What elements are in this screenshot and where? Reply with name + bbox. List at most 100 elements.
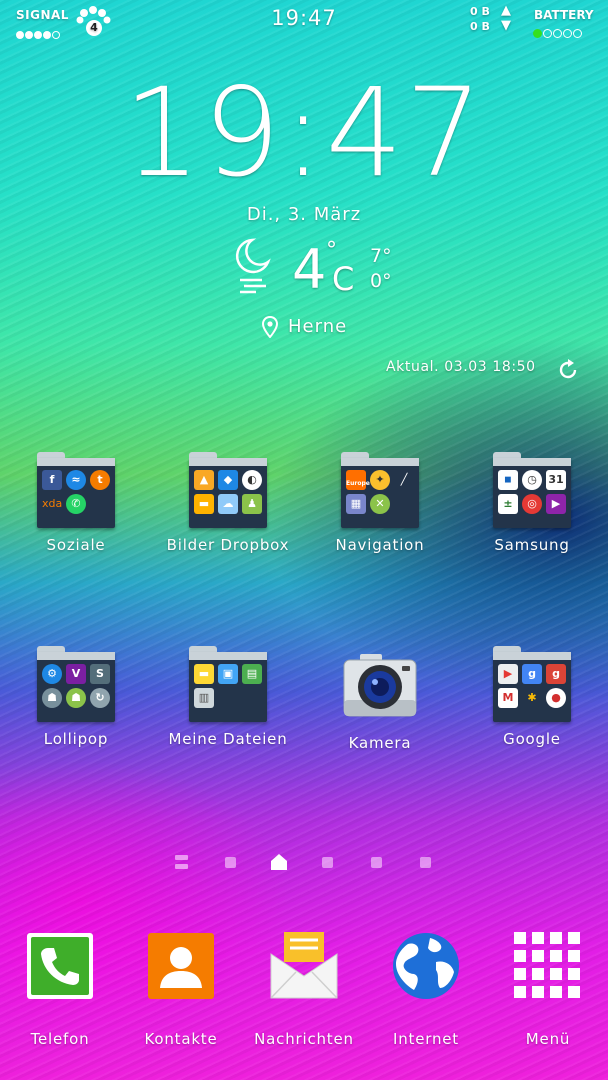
tumblr-icon: t	[90, 470, 110, 490]
dock-label: Kontakte	[144, 1030, 218, 1048]
photo-editor-icon: ▬	[194, 494, 214, 514]
contacts-icon	[148, 933, 214, 999]
home-page-icon[interactable]	[270, 853, 288, 871]
video-icon: ▶	[546, 494, 566, 514]
messenger-icon: ≈	[66, 470, 86, 490]
dock-kontakte[interactable]: Kontakte	[121, 932, 241, 1048]
folder-icon: Europe ✦ ╱ ▦ ✕	[341, 452, 419, 528]
high-temperature: 7°	[370, 245, 392, 267]
traffic-readout: 0 B 0 B	[470, 4, 490, 34]
app-kamera[interactable]: Kamera	[310, 646, 450, 752]
temperature-value: 4	[292, 238, 327, 301]
battery-level-dots	[533, 23, 583, 42]
pen-icon: ╱	[400, 473, 408, 486]
app-label: Kamera	[348, 734, 412, 752]
clock-icon: ◷	[522, 470, 542, 490]
location-pin-icon	[262, 316, 278, 338]
apps-grid-icon	[514, 932, 580, 998]
dock-nachrichten[interactable]: Nachrichten	[244, 932, 364, 1048]
moon-cloud-icon[interactable]	[230, 236, 274, 298]
page-dot[interactable]	[371, 857, 382, 868]
globe-icon	[393, 933, 459, 999]
page-dot[interactable]	[322, 857, 333, 868]
dock-label: Internet	[393, 1030, 459, 1048]
temperature-display: 4 ° C	[292, 238, 354, 301]
folder-icon: ▲ ◆ ◐ ▬ ☁ ♟	[189, 452, 267, 528]
dock-label: Menü	[525, 1030, 571, 1048]
folder-icon: f ≈ t xda ✆	[37, 452, 115, 528]
calculator-icon: ±	[498, 494, 518, 514]
refresh-icon[interactable]	[556, 358, 580, 382]
play-store-icon: ▶	[498, 664, 518, 684]
folder-meine-dateien[interactable]: ▬ ▣ ▤ ▥ Meine Dateien	[158, 646, 298, 748]
traffic-arrows-icon: ▲ ▼	[501, 3, 511, 33]
camera-360-icon: ◐	[242, 470, 262, 490]
dock-label: Nachrichten	[254, 1030, 354, 1048]
facebook-icon: f	[42, 470, 62, 490]
photos-icon: ✱	[527, 691, 537, 704]
folder-label: Soziale	[46, 536, 106, 554]
settings-gear-icon: ⚙	[42, 664, 62, 684]
location-app-icon: ✕	[370, 494, 390, 514]
viber-icon: V	[66, 664, 86, 684]
messages-envelope-icon	[270, 932, 338, 999]
dock-menu[interactable]: Menü	[488, 932, 608, 1048]
folder-icon: ◼ ◷ 31 ± ◎ ▶	[493, 452, 571, 528]
low-temperature: 0°	[370, 270, 392, 292]
clock-widget-date: Di., 3. März	[246, 204, 362, 225]
dock-telefon[interactable]: Telefon	[0, 932, 120, 1048]
folder-label: Navigation	[335, 536, 425, 554]
galaxy-apps-icon: ◼	[498, 470, 518, 490]
android-green-icon: ☗	[66, 688, 86, 708]
phone-icon	[27, 933, 93, 999]
folder-samsung[interactable]: ◼ ◷ 31 ± ◎ ▶ Samsung	[462, 452, 602, 554]
explorer-icon: ▤	[242, 664, 262, 684]
dropbox-icon: ◆	[218, 470, 238, 490]
status-clock: 19:47	[271, 6, 337, 30]
temperature-unit: C	[332, 260, 355, 298]
folder-label: Meine Dateien	[168, 730, 288, 748]
folder-soziale[interactable]: f ≈ t xda ✆ Soziale	[6, 452, 146, 554]
compass-icon: ✦	[370, 470, 390, 490]
folder-label: Samsung	[494, 536, 570, 554]
page-dot[interactable]	[225, 857, 236, 868]
europe-navigation-icon: Europe	[346, 470, 370, 490]
folder-navigation[interactable]: Europe ✦ ╱ ▦ ✕ Navigation	[310, 452, 450, 554]
weather-updated-time: Aktual. 03.03 18:50	[386, 359, 536, 375]
page-indicator-edit-icon[interactable]	[175, 855, 188, 869]
contacts-photo-icon: ♟	[242, 494, 262, 514]
traffic-down: 0 B	[470, 20, 490, 33]
google-plus-icon: g	[546, 664, 566, 684]
swiftkey-icon: S	[90, 664, 110, 684]
clock-widget-time[interactable]: 19:47	[0, 62, 608, 204]
android-gray-icon: ☗	[42, 688, 62, 708]
folder-icon: ▶ g g M ✱ ●	[493, 646, 571, 722]
high-low-temperature: 7° 0°	[370, 244, 392, 294]
file-manager-icon: ▣	[218, 664, 238, 684]
folder-lollipop[interactable]: ⚙ V S ☗ ☗ ↻ Lollipop	[6, 646, 146, 748]
status-bar: SIGNAL 4 19:47 0 B 0 B ▲ ▼ BATTERY	[0, 0, 608, 40]
dock-internet[interactable]: Internet	[366, 932, 486, 1048]
dock-label: Telefon	[30, 1030, 90, 1048]
folder-label: Google	[503, 730, 561, 748]
s-health-icon: ◎	[522, 494, 542, 514]
battery-label: BATTERY	[534, 8, 594, 22]
page-dot[interactable]	[420, 857, 431, 868]
location-city[interactable]: Herne	[288, 316, 347, 337]
google-search-icon: g	[522, 664, 542, 684]
voice-search-icon: ●	[546, 688, 566, 708]
my-files-icon: ▬	[194, 664, 214, 684]
folder-icon: ▬ ▣ ▤ ▥	[189, 646, 267, 722]
folder-google[interactable]: ▶ g g M ✱ ● Google	[462, 646, 602, 748]
traffic-up: 0 B	[470, 5, 490, 18]
page-indicator[interactable]	[0, 852, 608, 872]
storage-icon: ▥	[194, 688, 214, 708]
folder-label: Bilder Dropbox	[166, 536, 290, 554]
folder-bilder-dropbox[interactable]: ▲ ◆ ◐ ▬ ☁ ♟ Bilder Dropbox	[158, 452, 298, 554]
cloud-icon: ☁	[218, 494, 238, 514]
folder-icon: ⚙ V S ☗ ☗ ↻	[37, 646, 115, 722]
camera-icon	[343, 654, 417, 717]
whatsapp-icon: ✆	[66, 494, 86, 514]
folder-label: Lollipop	[43, 730, 109, 748]
sync-icon: ↻	[90, 688, 110, 708]
